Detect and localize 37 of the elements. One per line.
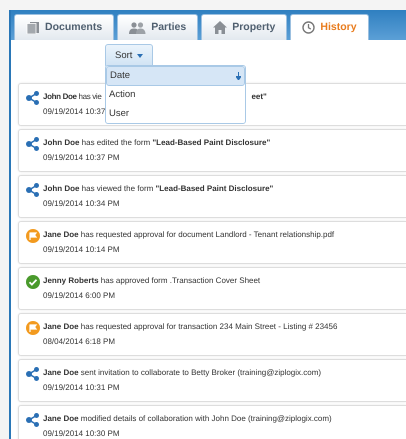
check-icon [26,275,40,290]
entry-time: 09/19/2014 10:14 PM [43,244,121,256]
entry-time: 09/19/2014 10:34 PM [43,198,121,210]
menu-item[interactable]: Action [106,86,245,104]
house-icon [213,21,228,34]
tab[interactable]: Property [201,14,288,40]
entry-time: 09/19/2014 10:37 PM [43,152,121,164]
entry-text: John Doe has edited the form "Lead-Based Paint Disclosure" [43,137,270,148]
entry-text: Jenny Roberts has approved form .Transaction Cover Sheet [43,275,260,286]
share-icon [26,137,40,152]
share-icon [26,91,40,106]
entry-time: 09/19/2014 6:00 PM [43,290,116,302]
entry-text: John Doe has viewed the form "Lead-Based Paint Disclosure" [43,183,274,194]
tab[interactable]: Parties [117,14,198,40]
entry-text: Jane Doe has requested approval for transaction 234 Main Street - Listing # 23456 [43,321,338,332]
entry-time: 09/19/2014 10:30 PM [43,428,121,439]
entry-text: Jane Doe modified details of collaboration with John Doe (training@ziplogix.com) [43,413,332,424]
share-icon [26,367,40,382]
share-icon [26,413,40,428]
flag-icon [26,321,40,336]
documents-icon [26,22,40,34]
entry-text: John Doe has vie [43,92,102,102]
menu-item[interactable]: User [106,104,245,123]
entry-time: 09/19/2014 10:37 [43,106,106,118]
share-icon [26,183,40,198]
caret-icon [137,54,144,58]
entry-time: 08/04/2014 6:18 PM [43,336,116,348]
sort-descending-icon [236,72,241,80]
clock-icon [302,21,316,34]
menu-item[interactable]: Date [106,66,245,86]
tab[interactable]: Documents [14,14,114,40]
entry-text: Jane Doe has requested approval for document Landlord - Tenant relationship.pdf [43,229,334,240]
entry-text: Jane Doe sent invitation to collaborate to Betty Broker (training@ziplogix.com) [43,367,322,378]
flag-icon [26,229,40,244]
people-icon [129,22,146,34]
entry-time: 09/19/2014 10:31 PM [43,382,121,394]
entry-text: eet" [251,92,267,102]
